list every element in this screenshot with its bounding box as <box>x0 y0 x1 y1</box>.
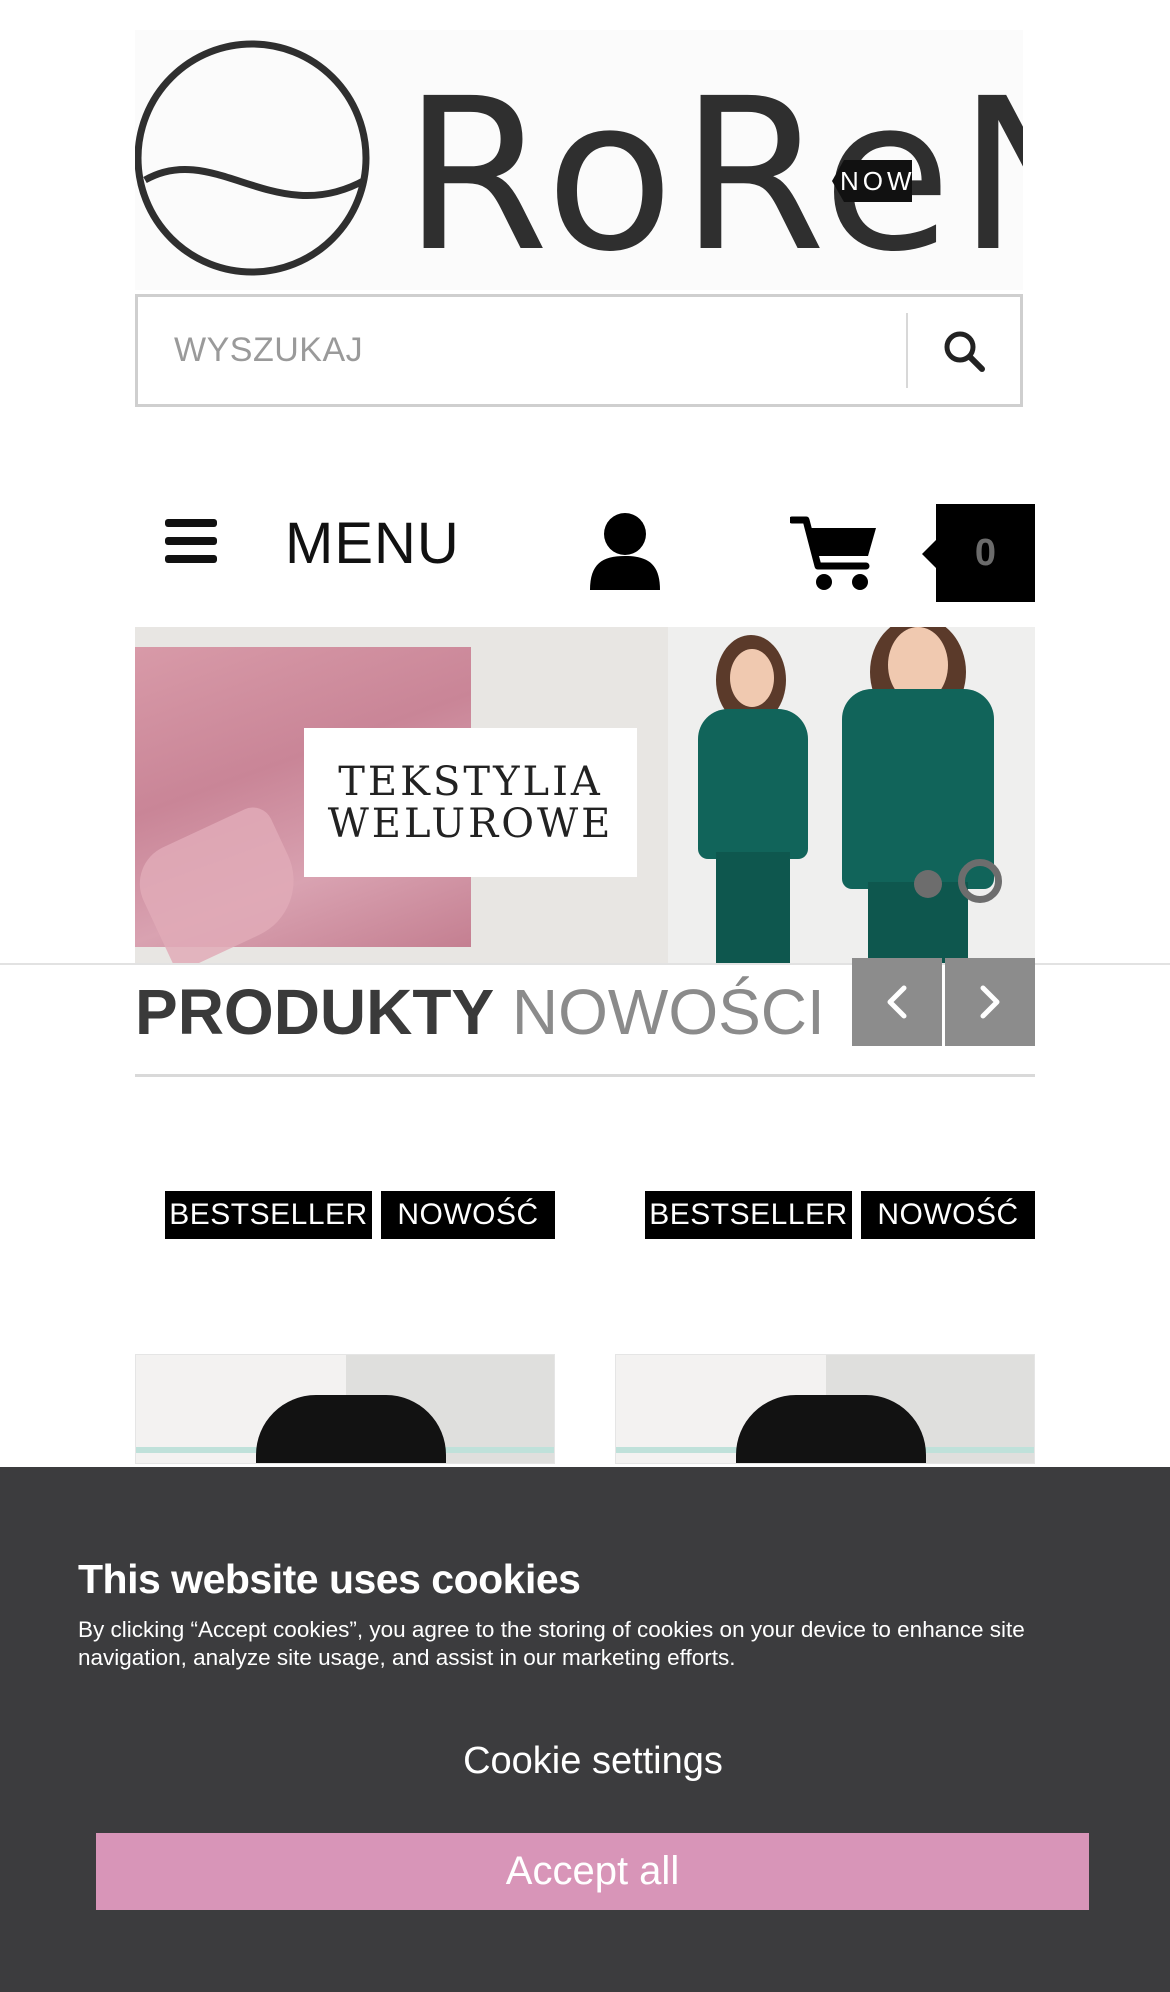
carousel-dot-2-active[interactable] <box>958 859 1002 903</box>
product-image <box>736 1395 926 1463</box>
hamburger-icon[interactable] <box>165 519 217 563</box>
hero-carousel[interactable]: TEKSTYLIA WELUROWE <box>135 627 1035 963</box>
banner-card: TEKSTYLIA WELUROWE <box>304 728 637 877</box>
bestseller-badge: BESTSELLER <box>645 1191 852 1239</box>
banner-title-line-2: WELUROWE <box>327 800 614 847</box>
logo-wordmark: RoReNA <box>403 53 1023 290</box>
carousel-next-button[interactable] <box>945 958 1035 1046</box>
section-title-bold: PRODUKTY <box>135 976 495 1048</box>
chevron-right-icon <box>980 985 1000 1019</box>
cookie-settings-button[interactable]: Cookie settings <box>0 1740 1170 1783</box>
cart-count-badge[interactable]: 0 <box>936 504 1035 602</box>
cookie-description: By clicking “Accept cookies”, you agree … <box>78 1617 1025 1670</box>
bestseller-badge: BESTSELLER <box>165 1191 372 1239</box>
search-bar <box>135 294 1023 407</box>
model-figure <box>818 627 1018 963</box>
cart-count-pointer <box>922 540 936 568</box>
product-card[interactable] <box>135 1354 555 1464</box>
accept-all-button[interactable]: Accept all <box>96 1833 1089 1910</box>
banner-slide-image: TEKSTYLIA WELUROWE <box>135 627 668 963</box>
banner-models-image <box>668 627 1035 963</box>
menu-button[interactable]: MENU <box>285 510 460 577</box>
product-card[interactable] <box>615 1354 1035 1464</box>
carousel-prev-button[interactable] <box>852 958 942 1046</box>
model-figure <box>678 627 828 963</box>
cart-icon[interactable] <box>788 516 878 594</box>
banner-title-line-1: TEKSTYLIA <box>338 758 603 805</box>
chevron-left-icon <box>887 985 907 1019</box>
new-badge: NOWOŚĆ <box>861 1191 1035 1239</box>
search-button[interactable] <box>908 297 1020 404</box>
section-title-light: NOWOŚCI <box>511 976 825 1048</box>
section-divider <box>135 1074 1035 1077</box>
product-image <box>256 1395 446 1463</box>
cookie-title: This website uses cookies <box>78 1556 581 1602</box>
new-badge: NOWOŚĆ <box>381 1191 555 1239</box>
cookie-banner <box>0 1467 1170 1992</box>
search-icon <box>944 331 985 372</box>
carousel-dot-1[interactable] <box>914 870 942 898</box>
user-icon[interactable] <box>588 512 662 592</box>
banner-side-tag: NOW <box>832 160 912 202</box>
search-input[interactable] <box>138 297 906 404</box>
section-title: PRODUKTY NOWOŚCI <box>135 975 825 1049</box>
